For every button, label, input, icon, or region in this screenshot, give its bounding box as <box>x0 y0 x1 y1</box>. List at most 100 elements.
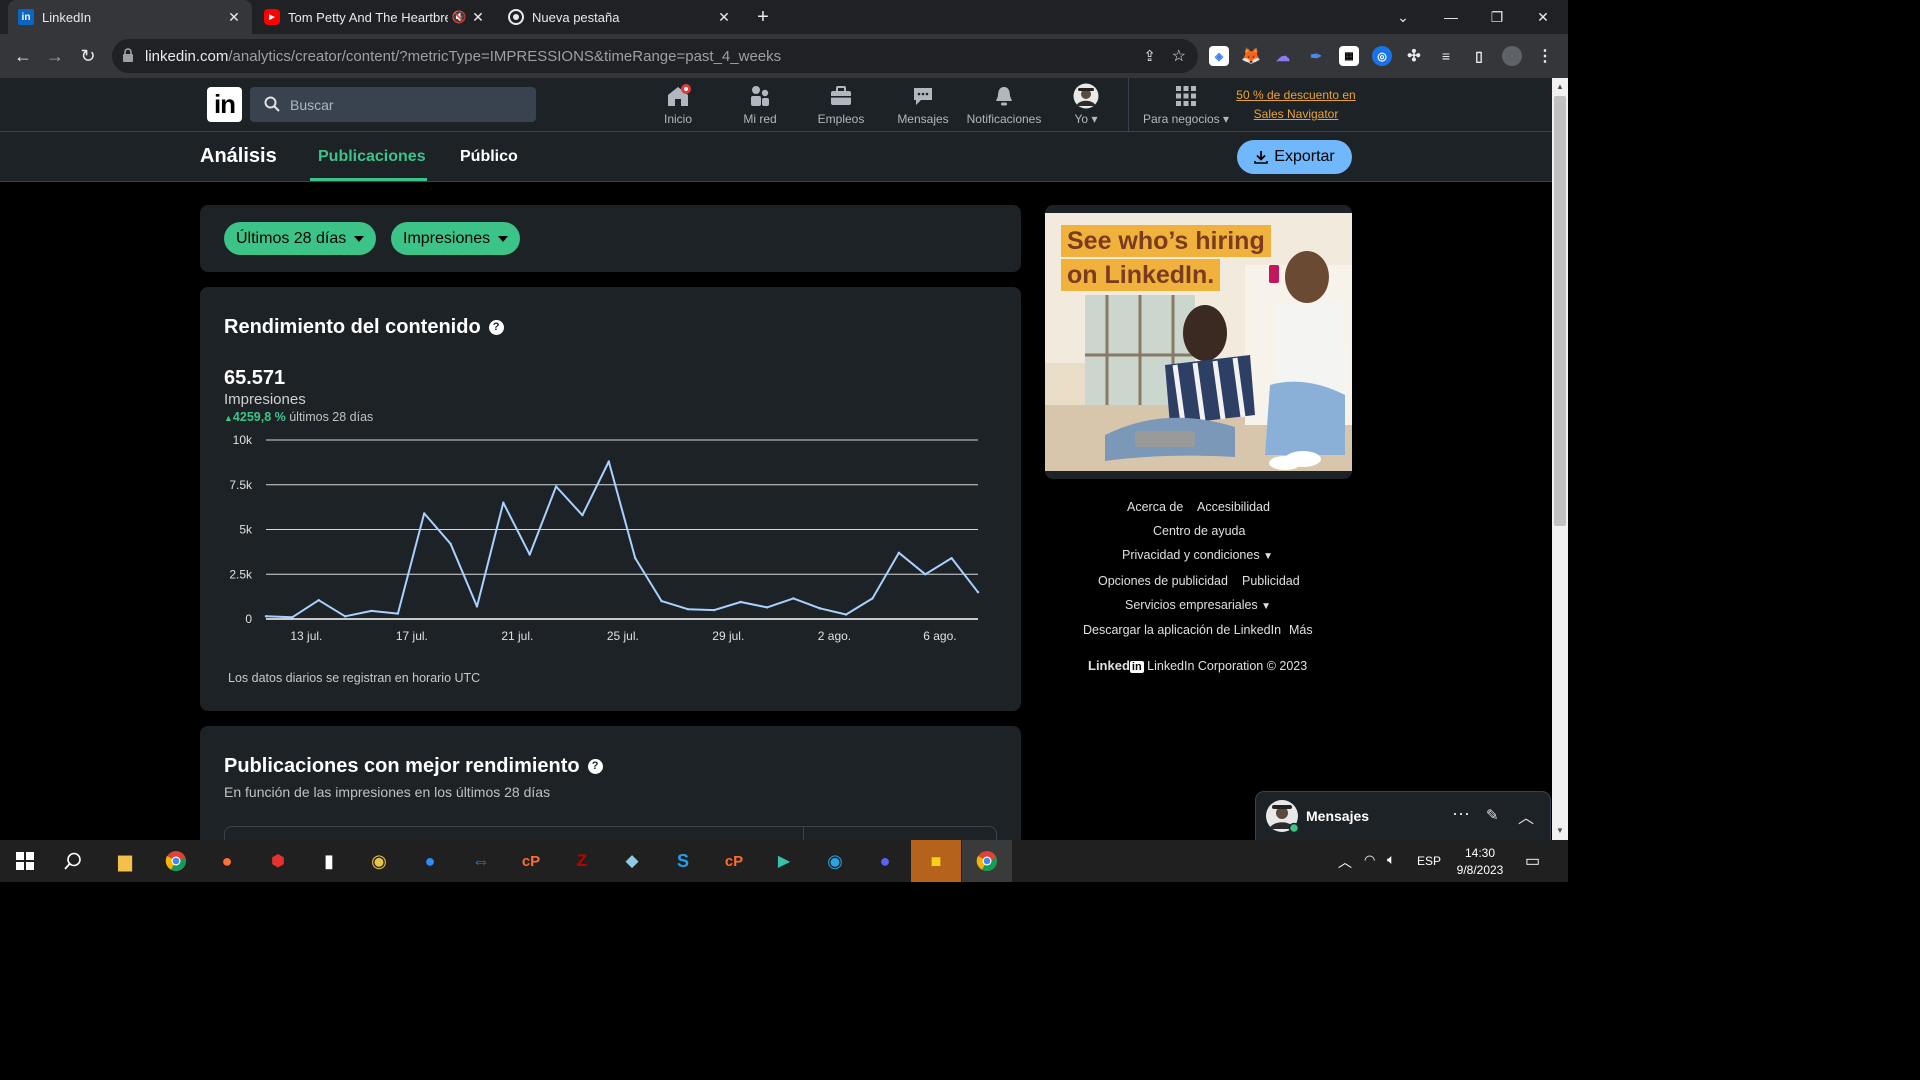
tab-youtube[interactable]: ▶ Tom Petty And The Heartbreakers 🔇 ✕ <box>254 0 496 34</box>
nav-for-business[interactable]: Para negocios ▾ <box>1139 82 1233 130</box>
tab-publico[interactable]: Público <box>460 148 518 166</box>
footer-link-get-app[interactable]: Descargar la aplicación de LinkedIn <box>1083 623 1281 637</box>
compose-icon[interactable]: ✎ <box>1486 806 1499 824</box>
help-icon[interactable]: ? <box>587 758 603 774</box>
side-panel-icon[interactable]: ▯ <box>1469 46 1489 66</box>
qr-code-icon[interactable]: ▦ <box>1339 46 1359 66</box>
search-input[interactable]: Buscar <box>250 87 536 122</box>
cpanel-icon[interactable]: cP <box>515 845 547 877</box>
scroll-up-arrow-icon[interactable]: ▲ <box>1556 82 1564 91</box>
address-bar[interactable]: linkedin.com/analytics/creator/content/?… <box>112 39 1198 73</box>
clock-time: 14:30 <box>1464 846 1496 860</box>
new-tab-plus-icon[interactable]: + <box>746 0 780 34</box>
media-queue-icon[interactable]: ≡ <box>1436 46 1456 66</box>
footer-link-accessibility[interactable]: Accesibilidad <box>1197 500 1270 514</box>
x-tick-label: 6 ago. <box>923 629 956 643</box>
cpanel-icon-2[interactable]: cP <box>718 845 750 877</box>
scroll-down-arrow-icon[interactable]: ▼ <box>1556 826 1564 835</box>
teamviewer-icon[interactable]: ⇔ <box>465 845 497 877</box>
reload-icon[interactable]: ↻ <box>73 41 103 71</box>
nav-label: Mensajes <box>897 112 949 126</box>
nav-messaging[interactable]: Mensajes <box>882 82 964 130</box>
back-arrow-icon[interactable]: ← <box>8 41 38 71</box>
extension-feather-icon[interactable]: ✒ <box>1306 46 1326 66</box>
time-range-dropdown[interactable]: Últimos 28 días <box>224 222 377 255</box>
help-icon[interactable]: ? <box>488 319 504 335</box>
telegram-icon[interactable]: ◉ <box>819 845 851 877</box>
minimize-icon[interactable]: — <box>1428 0 1474 34</box>
discord-icon[interactable]: ● <box>869 845 901 877</box>
volume-icon[interactable]: 🔈︎ <box>1387 851 1395 868</box>
lock-icon <box>123 48 133 62</box>
nav-network[interactable]: Mi red <box>719 82 801 130</box>
sales-navigator-promo-link[interactable]: 50 % de descuento en Sales Navigator <box>1232 86 1360 124</box>
extension-cloud-icon[interactable]: ☁ <box>1273 46 1293 66</box>
sticky-notes-icon[interactable]: ■ <box>920 845 952 877</box>
scrollbar-thumb[interactable] <box>1554 96 1566 526</box>
app-blue-icon[interactable]: ◆ <box>616 845 648 877</box>
tray-chevron-up-icon[interactable]: ︿ <box>1338 852 1352 872</box>
footer-link-more[interactable]: Más <box>1289 623 1313 637</box>
page-scrollbar[interactable]: ▲ ▼ <box>1552 78 1568 840</box>
ad-banner[interactable]: See who’s hiring on LinkedIn. <box>1045 205 1352 479</box>
tab-new[interactable]: Nueva pestaña ✕ <box>498 0 742 34</box>
extension-circle-icon[interactable]: ◎ <box>1372 46 1392 66</box>
windows-start-icon[interactable] <box>9 845 41 877</box>
muted-speaker-icon[interactable]: 🔇 <box>448 10 470 24</box>
forward-arrow-icon[interactable]: → <box>40 41 70 71</box>
footer-link-about[interactable]: Acerca de <box>1127 500 1183 514</box>
file-explorer-icon[interactable]: ▆ <box>109 845 141 877</box>
metric-dropdown[interactable]: Impresiones <box>391 222 521 255</box>
chrome-profile-icon[interactable] <box>971 845 1003 877</box>
close-tab-icon[interactable]: ✕ <box>226 9 242 26</box>
screen: in LinkedIn ✕ ▶ Tom Petty And The Heartb… <box>0 0 1568 882</box>
more-options-icon[interactable]: ⋯ <box>1452 804 1470 825</box>
export-button[interactable]: Exportar <box>1237 140 1352 174</box>
footer-link-business-services[interactable]: Servicios empresariales ▼ <box>1125 598 1271 612</box>
filezilla-icon[interactable]: Z <box>566 845 598 877</box>
chrome-icon[interactable] <box>160 845 192 877</box>
promo-line-1: 50 % de descuento en <box>1236 88 1356 102</box>
footer-link-advertising[interactable]: Publicidad <box>1242 574 1300 588</box>
footer-link-help-center[interactable]: Centro de ayuda <box>1153 524 1245 538</box>
clock[interactable]: 14:30 9/8/2023 <box>1450 845 1510 879</box>
linkedin-logo-icon[interactable]: in <box>207 87 242 122</box>
bookmark-star-icon[interactable]: ☆ <box>1172 46 1186 66</box>
wifi-icon[interactable]: ◠ <box>1364 852 1375 868</box>
language-indicator[interactable]: ESP <box>1417 854 1441 868</box>
notepad-icon[interactable]: ▮ <box>313 845 345 877</box>
metamask-fox-icon[interactable]: 🦊 <box>1241 46 1261 66</box>
browser-menu-icon[interactable]: ⋮ <box>1535 46 1555 66</box>
nav-me[interactable]: Yo ▾ <box>1045 82 1127 130</box>
change-period: últimos 28 días <box>289 410 374 424</box>
extensions-puzzle-icon[interactable]: ✣ <box>1404 46 1424 66</box>
footer-link-privacy-terms[interactable]: Privacidad y condiciones ▼ <box>1122 548 1273 562</box>
messaging-overlay[interactable]: Mensajes ⋯ ✎ ︿ <box>1256 792 1550 840</box>
profile-avatar[interactable] <box>1502 46 1522 66</box>
app-yellow-icon[interactable]: ◉ <box>363 845 395 877</box>
app-green-icon[interactable]: ▶ <box>768 845 800 877</box>
search-icon[interactable] <box>57 845 89 877</box>
tab-publicaciones[interactable]: Publicaciones <box>318 148 426 166</box>
tab-search-chevron-icon[interactable]: ⌄ <box>1380 0 1426 34</box>
data-point <box>502 501 505 504</box>
share-icon[interactable]: ⇪ <box>1143 47 1156 65</box>
extension-maps-icon[interactable]: ◈ <box>1209 46 1229 66</box>
footer-link-ad-choices[interactable]: Opciones de publicidad <box>1098 574 1228 588</box>
acrobat-icon[interactable]: ⬢ <box>262 845 294 877</box>
tab-linkedin[interactable]: in LinkedIn ✕ <box>8 0 252 34</box>
nav-notifications[interactable]: Notificaciones <box>963 82 1045 130</box>
metric-value: Impresiones <box>403 229 491 247</box>
firefox-icon[interactable]: ● <box>211 845 243 877</box>
zoom-icon[interactable]: ● <box>414 845 446 877</box>
nav-jobs[interactable]: Empleos <box>800 82 882 130</box>
close-tab-icon[interactable]: ✕ <box>716 9 732 26</box>
close-window-icon[interactable]: ✕ <box>1520 0 1566 34</box>
restore-icon[interactable]: ❐ <box>1474 0 1520 34</box>
close-tab-icon[interactable]: ✕ <box>470 9 486 26</box>
nav-home[interactable]: Inicio <box>637 82 719 130</box>
notifications-icon[interactable]: ▭ <box>1525 851 1540 871</box>
chevron-up-icon[interactable]: ︿ <box>1518 804 1534 828</box>
data-point <box>660 599 663 603</box>
app-s-icon[interactable]: S <box>667 845 699 877</box>
